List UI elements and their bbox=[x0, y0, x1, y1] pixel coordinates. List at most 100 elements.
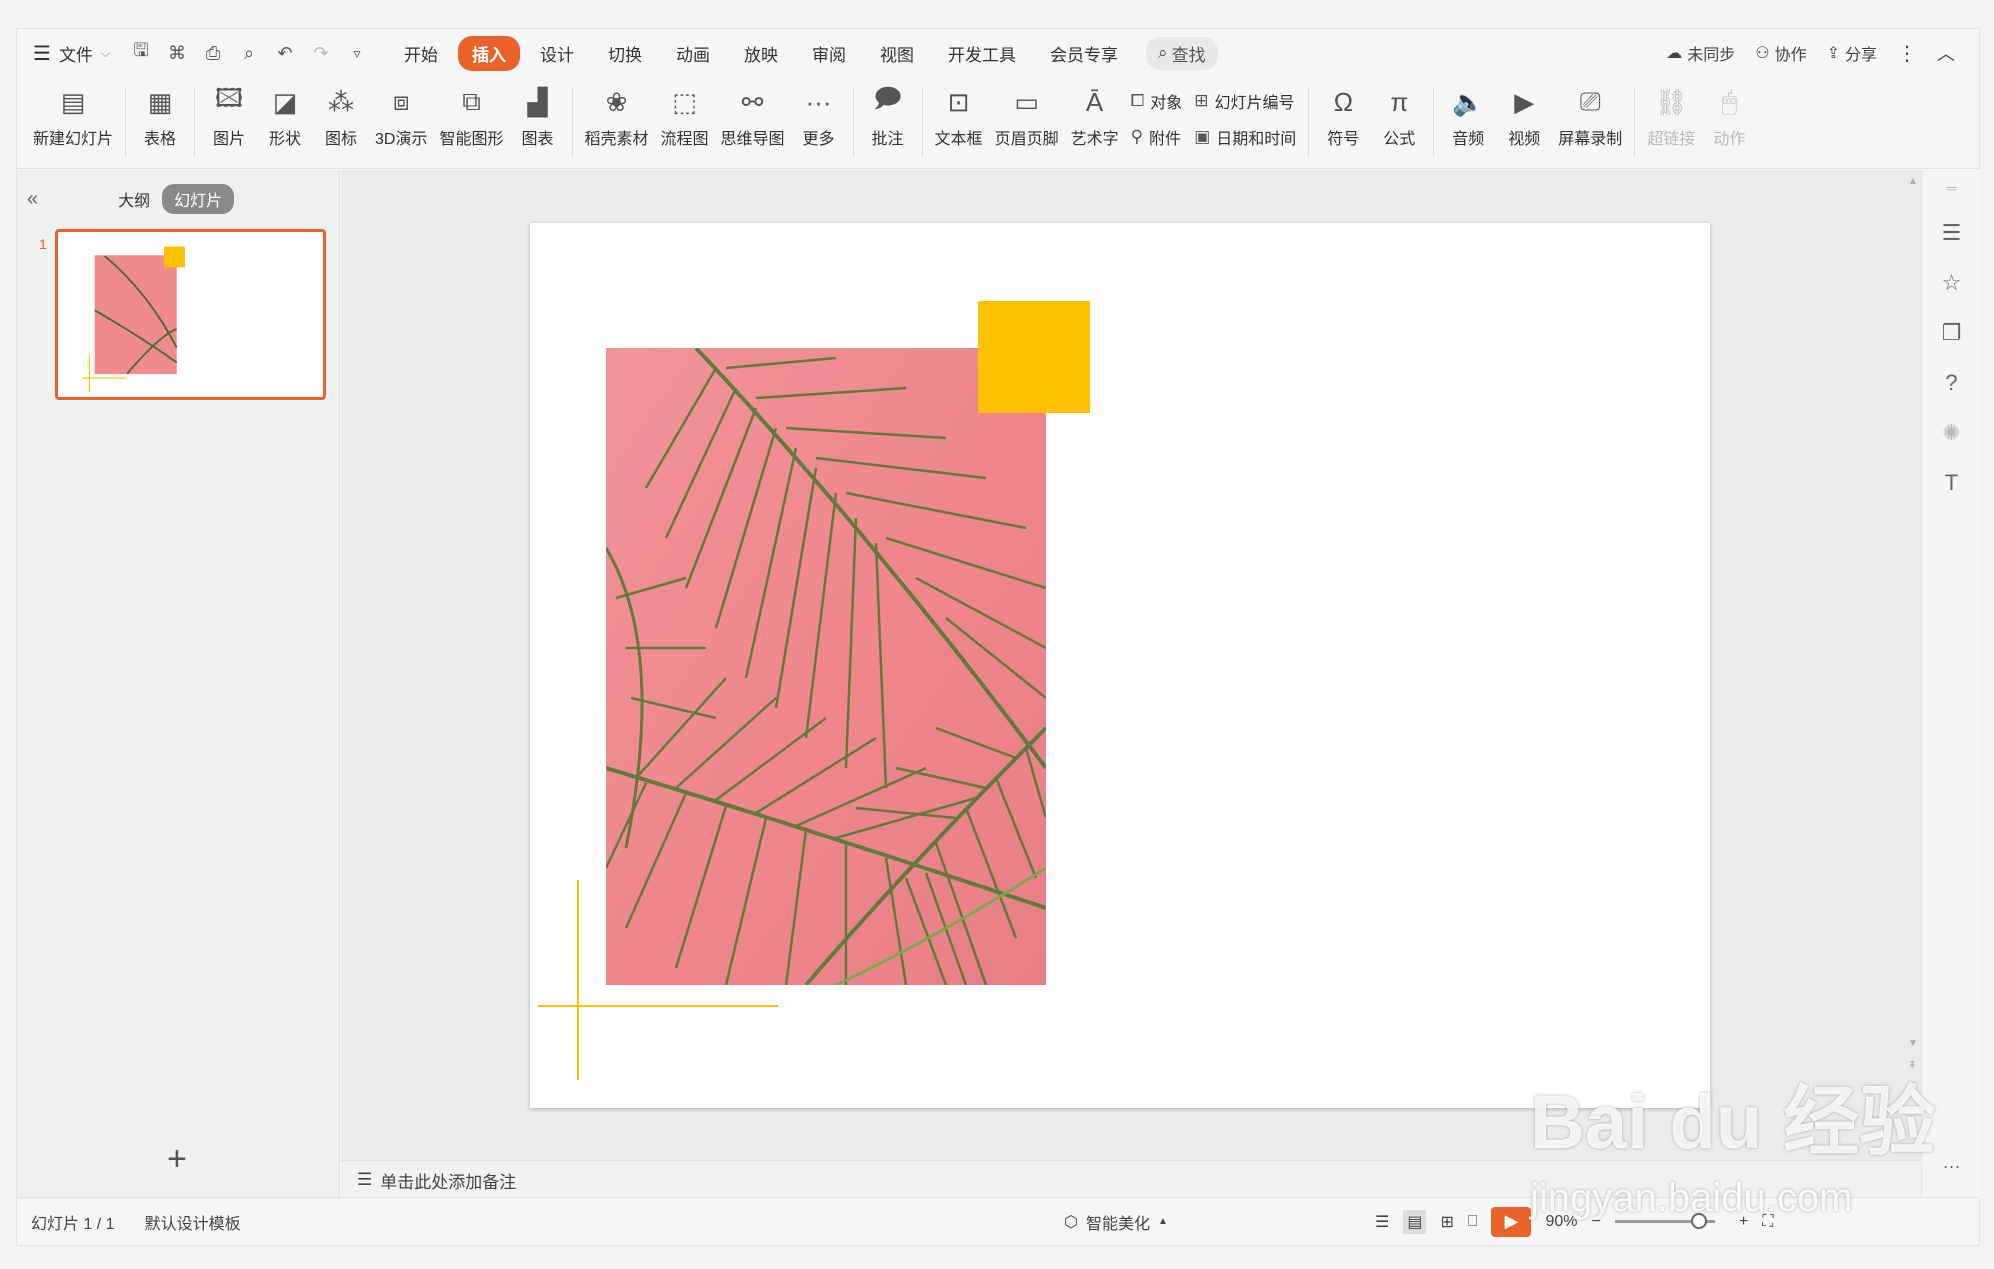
user-icon: ⚇ bbox=[1755, 45, 1770, 62]
collapse-panel-icon[interactable]: « bbox=[27, 188, 38, 211]
file-menu[interactable]: ☰ 文件 ⌵ bbox=[33, 41, 110, 66]
template-name[interactable]: 默认设计模板 bbox=[145, 1210, 241, 1234]
material-button[interactable]: ❀ 稻壳素材 bbox=[579, 85, 655, 149]
slide-canvas[interactable] bbox=[530, 223, 1710, 1108]
tab-view[interactable]: 视图 bbox=[866, 36, 928, 71]
textbox-button[interactable]: ⊡ 文本框 bbox=[929, 85, 989, 149]
table-button[interactable]: ▦ 表格 bbox=[132, 85, 188, 149]
header-footer-button[interactable]: ▭ 页眉页脚 bbox=[989, 85, 1065, 149]
flowchart-label: 流程图 bbox=[660, 131, 709, 148]
comment-icon: 🗩 bbox=[873, 83, 902, 113]
drag-handle-icon[interactable]: ═ bbox=[1947, 180, 1957, 196]
tab-insert[interactable]: 插入 bbox=[458, 35, 521, 71]
bulb-icon[interactable]: ✺ bbox=[1942, 420, 1960, 446]
insert-ribbon: ▤ 新建幻灯片 ▦ 表格 🖾 图片 ◪ 形状 ⁂ 图标 ⧈ 3D演示 ⧉ 智能图形 ▟ 图表 ❀… bbox=[17, 77, 1979, 169]
save-icon[interactable]: 🖫 bbox=[130, 38, 152, 68]
tab-home[interactable]: 开始 bbox=[390, 36, 452, 71]
table-icon: ▦ bbox=[147, 86, 173, 117]
normal-view-icon[interactable]: ▤ bbox=[1403, 1209, 1427, 1234]
share-button[interactable]: ⇪ 分享 bbox=[1827, 41, 1877, 65]
paperclip-icon: ⚲ bbox=[1130, 127, 1144, 146]
grid-view-icon[interactable]: ⊞ bbox=[1440, 1212, 1453, 1232]
chart-button[interactable]: ▟ 图表 bbox=[510, 85, 566, 149]
notes-icon: ☰ bbox=[357, 1170, 373, 1189]
sync-label: 未同步 bbox=[1687, 47, 1736, 64]
tab-slideshow[interactable]: 放映 bbox=[730, 36, 792, 71]
properties-icon[interactable]: ☰ bbox=[1942, 220, 1962, 246]
mindmap-button[interactable]: ⚯ 思维导图 bbox=[715, 85, 791, 149]
video-button[interactable]: ▶ 视频 bbox=[1496, 85, 1552, 149]
undo-icon[interactable]: ↶ bbox=[274, 43, 296, 64]
icon-button[interactable]: ⁂ 图标 bbox=[313, 85, 369, 149]
play-slideshow-button[interactable]: ▶ bbox=[1491, 1206, 1532, 1237]
wordart-button[interactable]: Ā 艺术字 bbox=[1065, 85, 1125, 149]
vertical-scrollbar[interactable]: ▲ ▼ ⇞ ⇟ bbox=[1905, 170, 1921, 1160]
textbox-icon: ⊡ bbox=[947, 86, 970, 117]
flowchart-icon: ⬚ bbox=[672, 86, 697, 117]
more-button[interactable]: ··· 更多 bbox=[791, 85, 847, 149]
3d-demo-label: 3D演示 bbox=[375, 131, 428, 148]
object-button[interactable]: ⧠ 对象 bbox=[1131, 89, 1183, 113]
baidu-watermark-url: jingyan.baidu.com bbox=[1530, 1176, 1853, 1220]
text-icon[interactable]: T bbox=[1945, 470, 1958, 496]
scroll-down-icon[interactable]: ▼ bbox=[1908, 1038, 1918, 1049]
yellow-vertical-line[interactable] bbox=[577, 880, 579, 1080]
customize-icon[interactable]: ▿ bbox=[346, 45, 368, 62]
table-label: 表格 bbox=[144, 131, 177, 148]
hyperlink-button: ⛓ 超链接 bbox=[1641, 85, 1701, 149]
date-time-button[interactable]: ▣ 日期和时间 bbox=[1194, 125, 1296, 149]
attachment-button[interactable]: ⚲ 附件 bbox=[1131, 125, 1183, 149]
new-slide-button[interactable]: ▤ 新建幻灯片 bbox=[27, 85, 119, 149]
collab-button[interactable]: ⚇ 协作 bbox=[1755, 41, 1806, 65]
scroll-up-icon[interactable]: ▲ bbox=[1908, 176, 1918, 187]
picture-label: 图片 bbox=[213, 131, 246, 148]
print-icon[interactable]: ⎙ bbox=[202, 43, 224, 64]
help-icon[interactable]: ? bbox=[1945, 370, 1957, 396]
cube-icon: ⬡ bbox=[1064, 1213, 1078, 1231]
3d-demo-button[interactable]: ⧈ 3D演示 bbox=[369, 85, 433, 149]
slide-thumbnail[interactable] bbox=[55, 229, 326, 400]
slide-number-button[interactable]: ⊞ 幻灯片编号 bbox=[1194, 89, 1296, 113]
tab-review[interactable]: 审阅 bbox=[798, 36, 860, 71]
more-horizontal-icon[interactable]: ··· bbox=[1943, 1156, 1961, 1177]
tab-slides[interactable]: 幻灯片 bbox=[162, 184, 235, 214]
search-box[interactable]: ⌕ 查找 bbox=[1146, 36, 1218, 70]
palm-leaf-picture[interactable] bbox=[606, 348, 1046, 985]
tab-member[interactable]: 会员专享 bbox=[1036, 36, 1132, 71]
tab-animation[interactable]: 动画 bbox=[662, 36, 724, 71]
audio-button[interactable]: 🔈 音频 bbox=[1440, 85, 1496, 149]
screen-record-button[interactable]: ⎚ 屏幕录制 bbox=[1552, 85, 1628, 149]
slide-number-label: 幻灯片编号 bbox=[1214, 95, 1295, 112]
reading-view-icon[interactable]: ⎕ bbox=[1468, 1213, 1478, 1231]
tab-developer[interactable]: 开发工具 bbox=[934, 36, 1030, 71]
picture-button[interactable]: 🖾 图片 bbox=[201, 83, 257, 149]
palm-leaf-image bbox=[606, 348, 1046, 985]
tab-outline[interactable]: 大纲 bbox=[118, 187, 150, 211]
sync-button[interactable]: ☁ 未同步 bbox=[1666, 41, 1735, 65]
action-label: 动作 bbox=[1713, 131, 1746, 148]
header-footer-icon: ▭ bbox=[1014, 86, 1039, 117]
beautify-button[interactable]: ⬡ 智能美化 ▲ bbox=[1064, 1210, 1168, 1234]
copy-icon[interactable]: ❐ bbox=[1942, 320, 1962, 346]
notes-toggle-icon[interactable]: ☰ bbox=[1375, 1212, 1389, 1232]
more-icon: ··· bbox=[805, 86, 832, 117]
redo-icon[interactable]: ↷ bbox=[310, 43, 332, 64]
shape-button[interactable]: ◪ 形状 bbox=[257, 85, 313, 149]
collapse-ribbon-icon[interactable]: ︿ bbox=[1937, 40, 1955, 66]
smartart-button[interactable]: ⧉ 智能图形 bbox=[433, 85, 509, 149]
wordart-icon: Ā bbox=[1085, 86, 1104, 117]
symbol-button[interactable]: Ω 符号 bbox=[1315, 85, 1371, 149]
star-icon[interactable]: ☆ bbox=[1942, 270, 1962, 296]
print-preview-icon[interactable]: ⌕ bbox=[238, 43, 260, 64]
format-painter-icon[interactable]: ⌘ bbox=[166, 43, 188, 64]
yellow-horizontal-line[interactable] bbox=[538, 1005, 778, 1007]
flowchart-button[interactable]: ⬚ 流程图 bbox=[655, 85, 715, 149]
yellow-square-shape[interactable] bbox=[978, 301, 1090, 413]
more-menu-icon[interactable]: ⋮ bbox=[1897, 41, 1917, 66]
comment-button[interactable]: 🗩 批注 bbox=[860, 83, 916, 149]
tab-design[interactable]: 设计 bbox=[526, 36, 588, 71]
action-button: 🖱 动作 bbox=[1701, 85, 1757, 149]
add-slide-icon[interactable]: + bbox=[167, 1140, 187, 1179]
tab-transitions[interactable]: 切换 bbox=[594, 36, 656, 71]
formula-button[interactable]: π 公式 bbox=[1371, 85, 1427, 149]
